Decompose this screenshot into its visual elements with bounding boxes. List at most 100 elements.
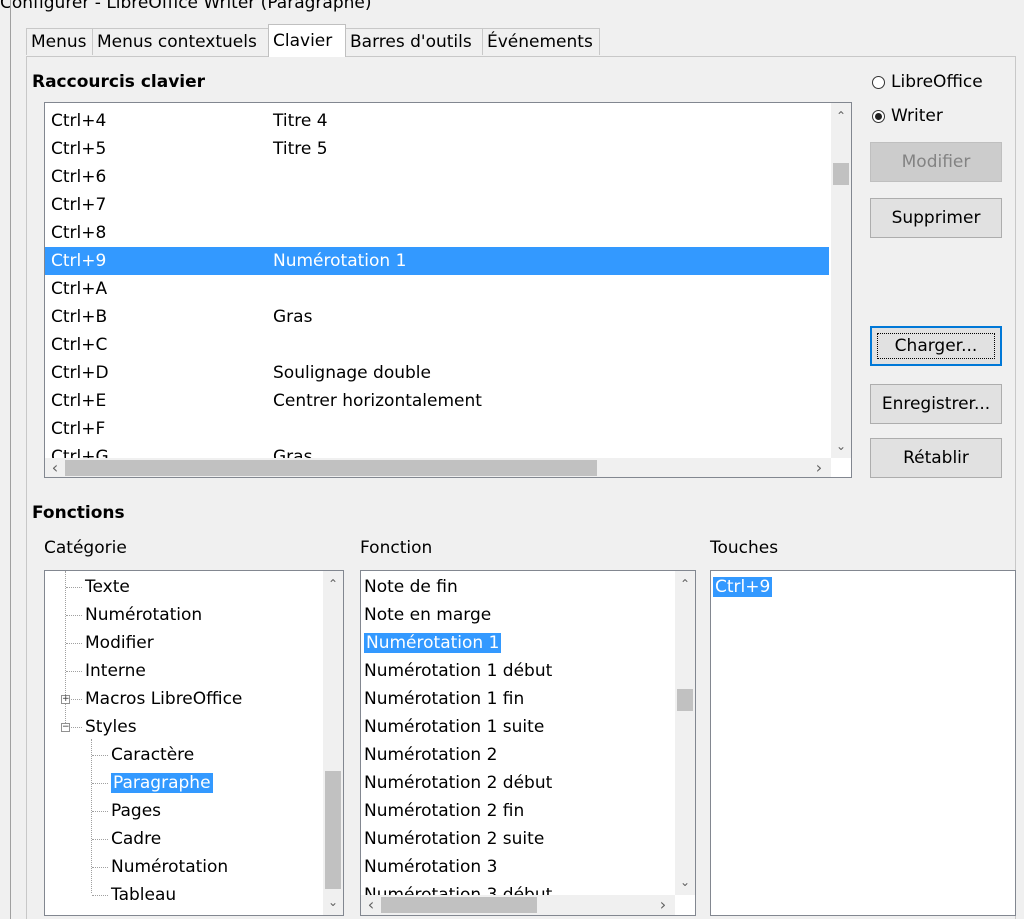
shortcut-row[interactable]: Ctrl+A	[45, 275, 829, 303]
function-item[interactable]: Numérotation 1 début	[364, 657, 552, 685]
shortcut-keys-list[interactable]: Ctrl+4 Titre 4 Ctrl+5 Titre 5 Ctrl+6 Ctrl+7 Ct…	[44, 102, 852, 478]
function-item[interactable]: Numérotation 1 fin	[364, 685, 524, 713]
category-item[interactable]: Pages	[111, 797, 161, 825]
scroll-down-arrow-icon[interactable]: ⌄	[677, 875, 693, 889]
keys-list[interactable]: Ctrl+9	[710, 570, 1016, 916]
function-item[interactable]: Numérotation 3	[364, 853, 497, 881]
category-item[interactable]: Numérotation	[85, 601, 202, 629]
category-item[interactable]: Caractère	[111, 741, 194, 769]
scroll-down-arrow-icon[interactable]: ⌄	[833, 439, 849, 453]
function-item[interactable]: Note en marge	[364, 601, 491, 629]
function-item[interactable]: Numérotation 2 suite	[364, 825, 544, 853]
scroll-up-arrow-icon[interactable]: ⌃	[833, 109, 849, 123]
category-item[interactable]: Macros LibreOffice	[85, 685, 242, 713]
function-label: Fonction	[360, 538, 433, 558]
shortcut-row[interactable]: Ctrl+4 Titre 4	[45, 107, 829, 135]
shortcut-row[interactable]: Ctrl+B Gras	[45, 303, 829, 331]
function-item-label: Numérotation 1 fin	[364, 689, 525, 709]
tree-connector	[92, 783, 108, 784]
function-item-label: Numérotation 3	[364, 857, 498, 877]
scroll-right-arrow-icon[interactable]: ›	[655, 895, 671, 915]
reset-button[interactable]: Rétablir	[870, 438, 1002, 478]
shortcut-row[interactable]: Ctrl+D Soulignage double	[45, 359, 829, 387]
category-item[interactable]: Styles	[85, 713, 137, 741]
scroll-left-arrow-icon[interactable]: ‹	[363, 895, 379, 915]
collapse-icon[interactable]: −	[61, 723, 70, 732]
save-button[interactable]: Enregistrer...	[870, 384, 1002, 424]
delete-button[interactable]: Supprimer	[870, 198, 1002, 238]
shortcut-key: Ctrl+A	[51, 279, 108, 299]
category-item-label: Tableau	[111, 885, 177, 905]
shortcut-vscroll-thumb[interactable]	[833, 163, 849, 185]
scope-libreoffice-radio[interactable]: LibreOffice	[872, 72, 983, 92]
shortcut-row[interactable]: Ctrl+7	[45, 191, 829, 219]
scroll-down-arrow-icon[interactable]: ⌄	[325, 895, 341, 909]
radio-checked-icon	[872, 109, 885, 123]
modify-button[interactable]: Modifier	[870, 142, 1002, 182]
function-vscroll-thumb[interactable]	[677, 689, 693, 711]
category-item-label: Interne	[85, 661, 146, 681]
function-item-label: Numérotation 1 suite	[364, 717, 545, 737]
shortcut-row[interactable]: Ctrl+E Centrer horizontalement	[45, 387, 829, 415]
function-item[interactable]: Numérotation 2 début	[364, 769, 552, 797]
function-item[interactable]: Numérotation 2 fin	[364, 797, 524, 825]
shortcut-command: Soulignage double	[273, 363, 431, 383]
load-button-label: Charger...	[872, 328, 1000, 364]
scroll-up-arrow-icon[interactable]: ⌃	[677, 577, 693, 591]
function-item[interactable]: Numérotation 1 suite	[364, 713, 544, 741]
shortcut-row[interactable]: Ctrl+8	[45, 219, 829, 247]
function-vscrollbar[interactable]: ⌃ ⌄	[675, 571, 695, 895]
tree-connector	[92, 811, 108, 812]
category-item[interactable]: Interne	[85, 657, 146, 685]
category-item-label: Styles	[85, 717, 137, 737]
key-item[interactable]: Ctrl+9	[713, 573, 773, 601]
shortcut-row[interactable]: Ctrl+5 Titre 5	[45, 135, 829, 163]
expand-icon[interactable]: +	[61, 695, 70, 704]
category-vscroll-thumb[interactable]	[325, 771, 341, 889]
dialog-left-border	[10, 0, 11, 919]
shortcut-key: Ctrl+E	[51, 391, 107, 411]
shortcut-row[interactable]: Ctrl+6	[45, 163, 829, 191]
shortcut-hscroll-thumb[interactable]	[65, 460, 597, 476]
function-list[interactable]: Note de fin Note en marge Numérotation 1 Nu…	[360, 570, 696, 916]
scope-writer-label: Writer	[891, 106, 943, 126]
category-item[interactable]: Paragraphe	[111, 769, 213, 797]
tab-toolbars[interactable]: Barres d'outils	[345, 28, 483, 55]
scope-writer-radio[interactable]: Writer	[872, 106, 943, 126]
category-vscrollbar[interactable]: ⌃ ⌄	[323, 571, 343, 915]
shortcut-row[interactable]: Ctrl+9 Numérotation 1	[45, 247, 829, 275]
function-hscroll-thumb[interactable]	[381, 897, 537, 913]
function-item[interactable]: Note de fin	[364, 573, 458, 601]
category-item[interactable]: Modifier	[85, 629, 154, 657]
tree-connector	[66, 671, 82, 672]
tab-context-menus[interactable]: Menus contextuels	[92, 28, 270, 55]
tab-events[interactable]: Événements	[482, 28, 600, 55]
tab-keyboard[interactable]: Clavier	[268, 24, 346, 57]
category-item-label: Pages	[111, 801, 162, 821]
shortcut-key: Ctrl+F	[51, 419, 106, 439]
shortcut-vscrollbar[interactable]: ⌃ ⌄	[831, 103, 851, 458]
window-title: Configurer - LibreOffice Writer (Paragra…	[0, 0, 372, 13]
category-item[interactable]: Texte	[85, 573, 130, 601]
scroll-left-arrow-icon[interactable]: ‹	[47, 458, 63, 477]
category-item[interactable]: Tableau	[111, 881, 176, 909]
function-item[interactable]: Numérotation 2	[364, 741, 497, 769]
category-item[interactable]: Numérotation	[111, 853, 228, 881]
category-item[interactable]: Cadre	[111, 825, 161, 853]
tab-menus[interactable]: Menus	[26, 28, 93, 55]
shortcut-key: Ctrl+6	[51, 167, 107, 187]
function-hscrollbar[interactable]: ‹ ›	[361, 895, 675, 915]
tree-connector	[66, 643, 82, 644]
shortcut-hscrollbar[interactable]: ‹ ›	[45, 458, 831, 477]
scroll-right-arrow-icon[interactable]: ›	[811, 458, 827, 477]
shortcut-key: Ctrl+8	[51, 223, 107, 243]
load-button[interactable]: Charger...	[870, 326, 1002, 366]
tree-guide-line	[91, 739, 92, 893]
function-item[interactable]: Numérotation 1	[364, 629, 502, 657]
category-item-label: Texte	[85, 577, 130, 597]
scroll-up-arrow-icon[interactable]: ⌃	[325, 577, 341, 591]
category-tree[interactable]: Texte Numérotation Modifier Interne + Macros …	[44, 570, 344, 916]
shortcut-row[interactable]: Ctrl+C	[45, 331, 829, 359]
shortcut-row[interactable]: Ctrl+F	[45, 415, 829, 443]
category-item-label: Numérotation	[85, 605, 203, 625]
